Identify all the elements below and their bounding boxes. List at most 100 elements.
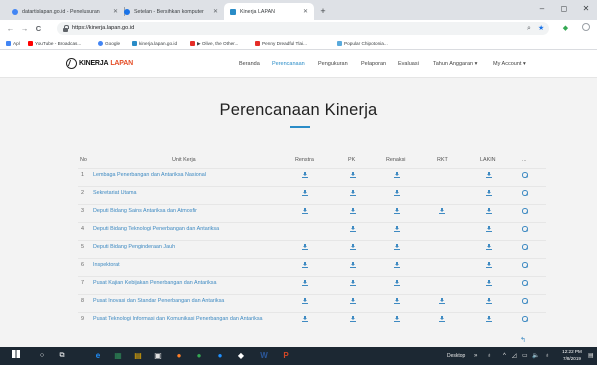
taskbar-store-icon[interactable]: ▣ bbox=[152, 350, 164, 362]
people-icon[interactable]: ♁ bbox=[487, 347, 492, 365]
view-detail-search-icon[interactable] bbox=[522, 316, 528, 322]
view-detail-search-icon[interactable] bbox=[522, 262, 528, 268]
extension-icon[interactable]: ◆ bbox=[560, 23, 571, 34]
unit-kerja-link[interactable]: Pusat Teknologi Informasi dan Komunikasi… bbox=[93, 315, 283, 323]
windows-start-icon[interactable] bbox=[10, 350, 22, 362]
download-icon-pk[interactable] bbox=[350, 208, 356, 214]
unit-kerja-link[interactable]: Deputi Bidang Sains Antariksa dan Atmosf… bbox=[93, 207, 283, 215]
download-icon-lakin[interactable] bbox=[486, 262, 492, 268]
download-icon-pk[interactable] bbox=[350, 298, 356, 304]
unit-kerja-link[interactable]: Sekretariat Utama bbox=[93, 189, 283, 197]
download-icon-pk[interactable] bbox=[350, 280, 356, 286]
download-icon-renstra[interactable] bbox=[302, 208, 308, 214]
notifications-icon[interactable]: ▤ bbox=[588, 347, 594, 365]
view-detail-search-icon[interactable] bbox=[522, 298, 528, 304]
download-icon-renaksi[interactable] bbox=[394, 172, 400, 178]
profile-avatar-icon[interactable] bbox=[580, 23, 591, 34]
taskbar-word-icon[interactable]: W bbox=[258, 350, 270, 362]
tab-settings[interactable]: Setelan - Bersihkan komputer ✕ bbox=[118, 3, 224, 20]
desktop-toolbar-label[interactable]: Desktop bbox=[447, 347, 465, 365]
minimize-button[interactable]: – bbox=[531, 2, 553, 16]
download-icon-renstra[interactable] bbox=[302, 298, 308, 304]
back-button[interactable]: ← bbox=[5, 23, 16, 34]
nav-my-account[interactable]: My Account ▾ bbox=[493, 51, 526, 78]
download-icon-lakin[interactable] bbox=[486, 208, 492, 214]
download-icon-rkt[interactable] bbox=[439, 298, 445, 304]
download-icon-renaksi[interactable] bbox=[394, 298, 400, 304]
download-icon-pk[interactable] bbox=[350, 316, 356, 322]
download-icon-renaksi[interactable] bbox=[394, 190, 400, 196]
tab-kinerja[interactable]: Kinerja LAPAN ✕ bbox=[224, 3, 314, 20]
task-view-icon[interactable]: ⧉ bbox=[56, 350, 68, 362]
unit-kerja-link[interactable]: Pusat Kajian Kebijakan Penerbangan dan A… bbox=[93, 279, 283, 287]
download-icon-lakin[interactable] bbox=[486, 226, 492, 232]
download-icon-renaksi[interactable] bbox=[394, 316, 400, 322]
url-text[interactable]: https://kinerja.lapan.go.id bbox=[72, 22, 134, 35]
unit-kerja-link[interactable]: Deputi Bidang Teknologi Penerbangan dan … bbox=[93, 225, 283, 233]
download-icon-renaksi[interactable] bbox=[394, 262, 400, 268]
taskbar-powerpoint-icon[interactable]: P bbox=[280, 350, 292, 362]
download-icon-renaksi[interactable] bbox=[394, 244, 400, 250]
lock-icon[interactable] bbox=[63, 25, 69, 32]
taskbar-file-explorer-icon[interactable]: ▤ bbox=[132, 350, 144, 362]
download-icon-renstra[interactable] bbox=[302, 172, 308, 178]
maximize-button[interactable]: ◻ bbox=[553, 2, 575, 16]
network-icon[interactable]: ◿ bbox=[512, 347, 517, 365]
chevron-right-icon[interactable]: » bbox=[474, 347, 477, 365]
download-icon-pk[interactable] bbox=[350, 172, 356, 178]
download-icon-renstra[interactable] bbox=[302, 244, 308, 250]
nav-perencanaan[interactable]: Perencanaan bbox=[272, 51, 305, 78]
search-icon[interactable]: ⌕ bbox=[527, 22, 531, 35]
download-icon-lakin[interactable] bbox=[486, 190, 492, 196]
chevron-up-icon[interactable]: ^ bbox=[503, 347, 506, 365]
download-icon-pk[interactable] bbox=[350, 190, 356, 196]
download-icon-renstra[interactable] bbox=[302, 280, 308, 286]
taskbar-app-icon[interactable]: ● bbox=[214, 350, 226, 362]
view-detail-search-icon[interactable] bbox=[522, 190, 528, 196]
taskbar-firefox-icon[interactable]: ● bbox=[173, 350, 185, 362]
nav-evaluasi[interactable]: Evaluasi bbox=[398, 51, 419, 78]
taskbar-edge-icon[interactable]: e bbox=[92, 350, 104, 362]
site-logo[interactable]: KINERJA LAPAN bbox=[66, 57, 133, 69]
download-icon-renstra[interactable] bbox=[302, 190, 308, 196]
search-icon[interactable]: ○ bbox=[36, 350, 48, 362]
view-detail-search-icon[interactable] bbox=[522, 244, 528, 250]
taskbar-excel-icon[interactable]: ▦ bbox=[112, 350, 124, 362]
tab-search[interactable]: datartislapan.go.id - Penelusuran ✕ bbox=[6, 3, 124, 20]
nav-pelaporan[interactable]: Pelaporan bbox=[361, 51, 386, 78]
reload-button[interactable]: C bbox=[33, 23, 44, 34]
unit-kerja-link[interactable]: Pusat Inovasi dan Standar Penerbangan da… bbox=[93, 297, 283, 305]
close-window-button[interactable]: ✕ bbox=[575, 2, 597, 16]
download-icon-rkt[interactable] bbox=[439, 316, 445, 322]
bookmark-kinerja[interactable]: kinerja.lapan.go.id bbox=[132, 37, 177, 50]
download-icon-lakin[interactable] bbox=[486, 280, 492, 286]
download-icon-lakin[interactable] bbox=[486, 244, 492, 250]
unit-kerja-link[interactable]: Deputi Bidang Penginderaan Jauh bbox=[93, 243, 283, 251]
download-icon-renaksi[interactable] bbox=[394, 226, 400, 232]
unit-kerja-link[interactable]: Inspektorat bbox=[93, 261, 283, 269]
language-icon[interactable]: ♁ bbox=[545, 347, 550, 365]
bookmark-olive[interactable]: ▶ Olive, the Other... bbox=[190, 37, 238, 50]
system-clock[interactable]: 12:22 PM 7/8/2019 bbox=[559, 349, 585, 362]
back-arrow-icon[interactable]: ↰ bbox=[520, 336, 526, 344]
download-icon-pk[interactable] bbox=[350, 244, 356, 250]
download-icon-lakin[interactable] bbox=[486, 298, 492, 304]
tab-close-icon[interactable]: ✕ bbox=[303, 8, 308, 15]
nav-tahun-anggaran[interactable]: Tahun Anggaran ▾ bbox=[433, 51, 477, 78]
download-icon-pk[interactable] bbox=[350, 226, 356, 232]
taskbar-dropbox-icon[interactable]: ◆ bbox=[235, 350, 247, 362]
nav-beranda[interactable]: Beranda bbox=[239, 51, 260, 78]
download-icon-renaksi[interactable] bbox=[394, 208, 400, 214]
taskbar-chrome-icon[interactable]: ● bbox=[193, 350, 205, 362]
download-icon-renaksi[interactable] bbox=[394, 280, 400, 286]
download-icon-pk[interactable] bbox=[350, 262, 356, 268]
bookmark-popular[interactable]: Popular Chipotonia... bbox=[337, 37, 388, 50]
nav-pengukuran[interactable]: Pengukuran bbox=[318, 51, 348, 78]
volume-icon[interactable]: 🔈 bbox=[532, 347, 539, 365]
battery-icon[interactable]: ▭ bbox=[522, 347, 528, 365]
bookmark-apps[interactable]: Apl bbox=[6, 37, 20, 50]
download-icon-renstra[interactable] bbox=[302, 316, 308, 322]
bookmark-star-icon[interactable]: ★ bbox=[538, 22, 544, 35]
download-icon-renstra[interactable] bbox=[302, 262, 308, 268]
bookmark-google[interactable]: Google bbox=[98, 37, 120, 50]
